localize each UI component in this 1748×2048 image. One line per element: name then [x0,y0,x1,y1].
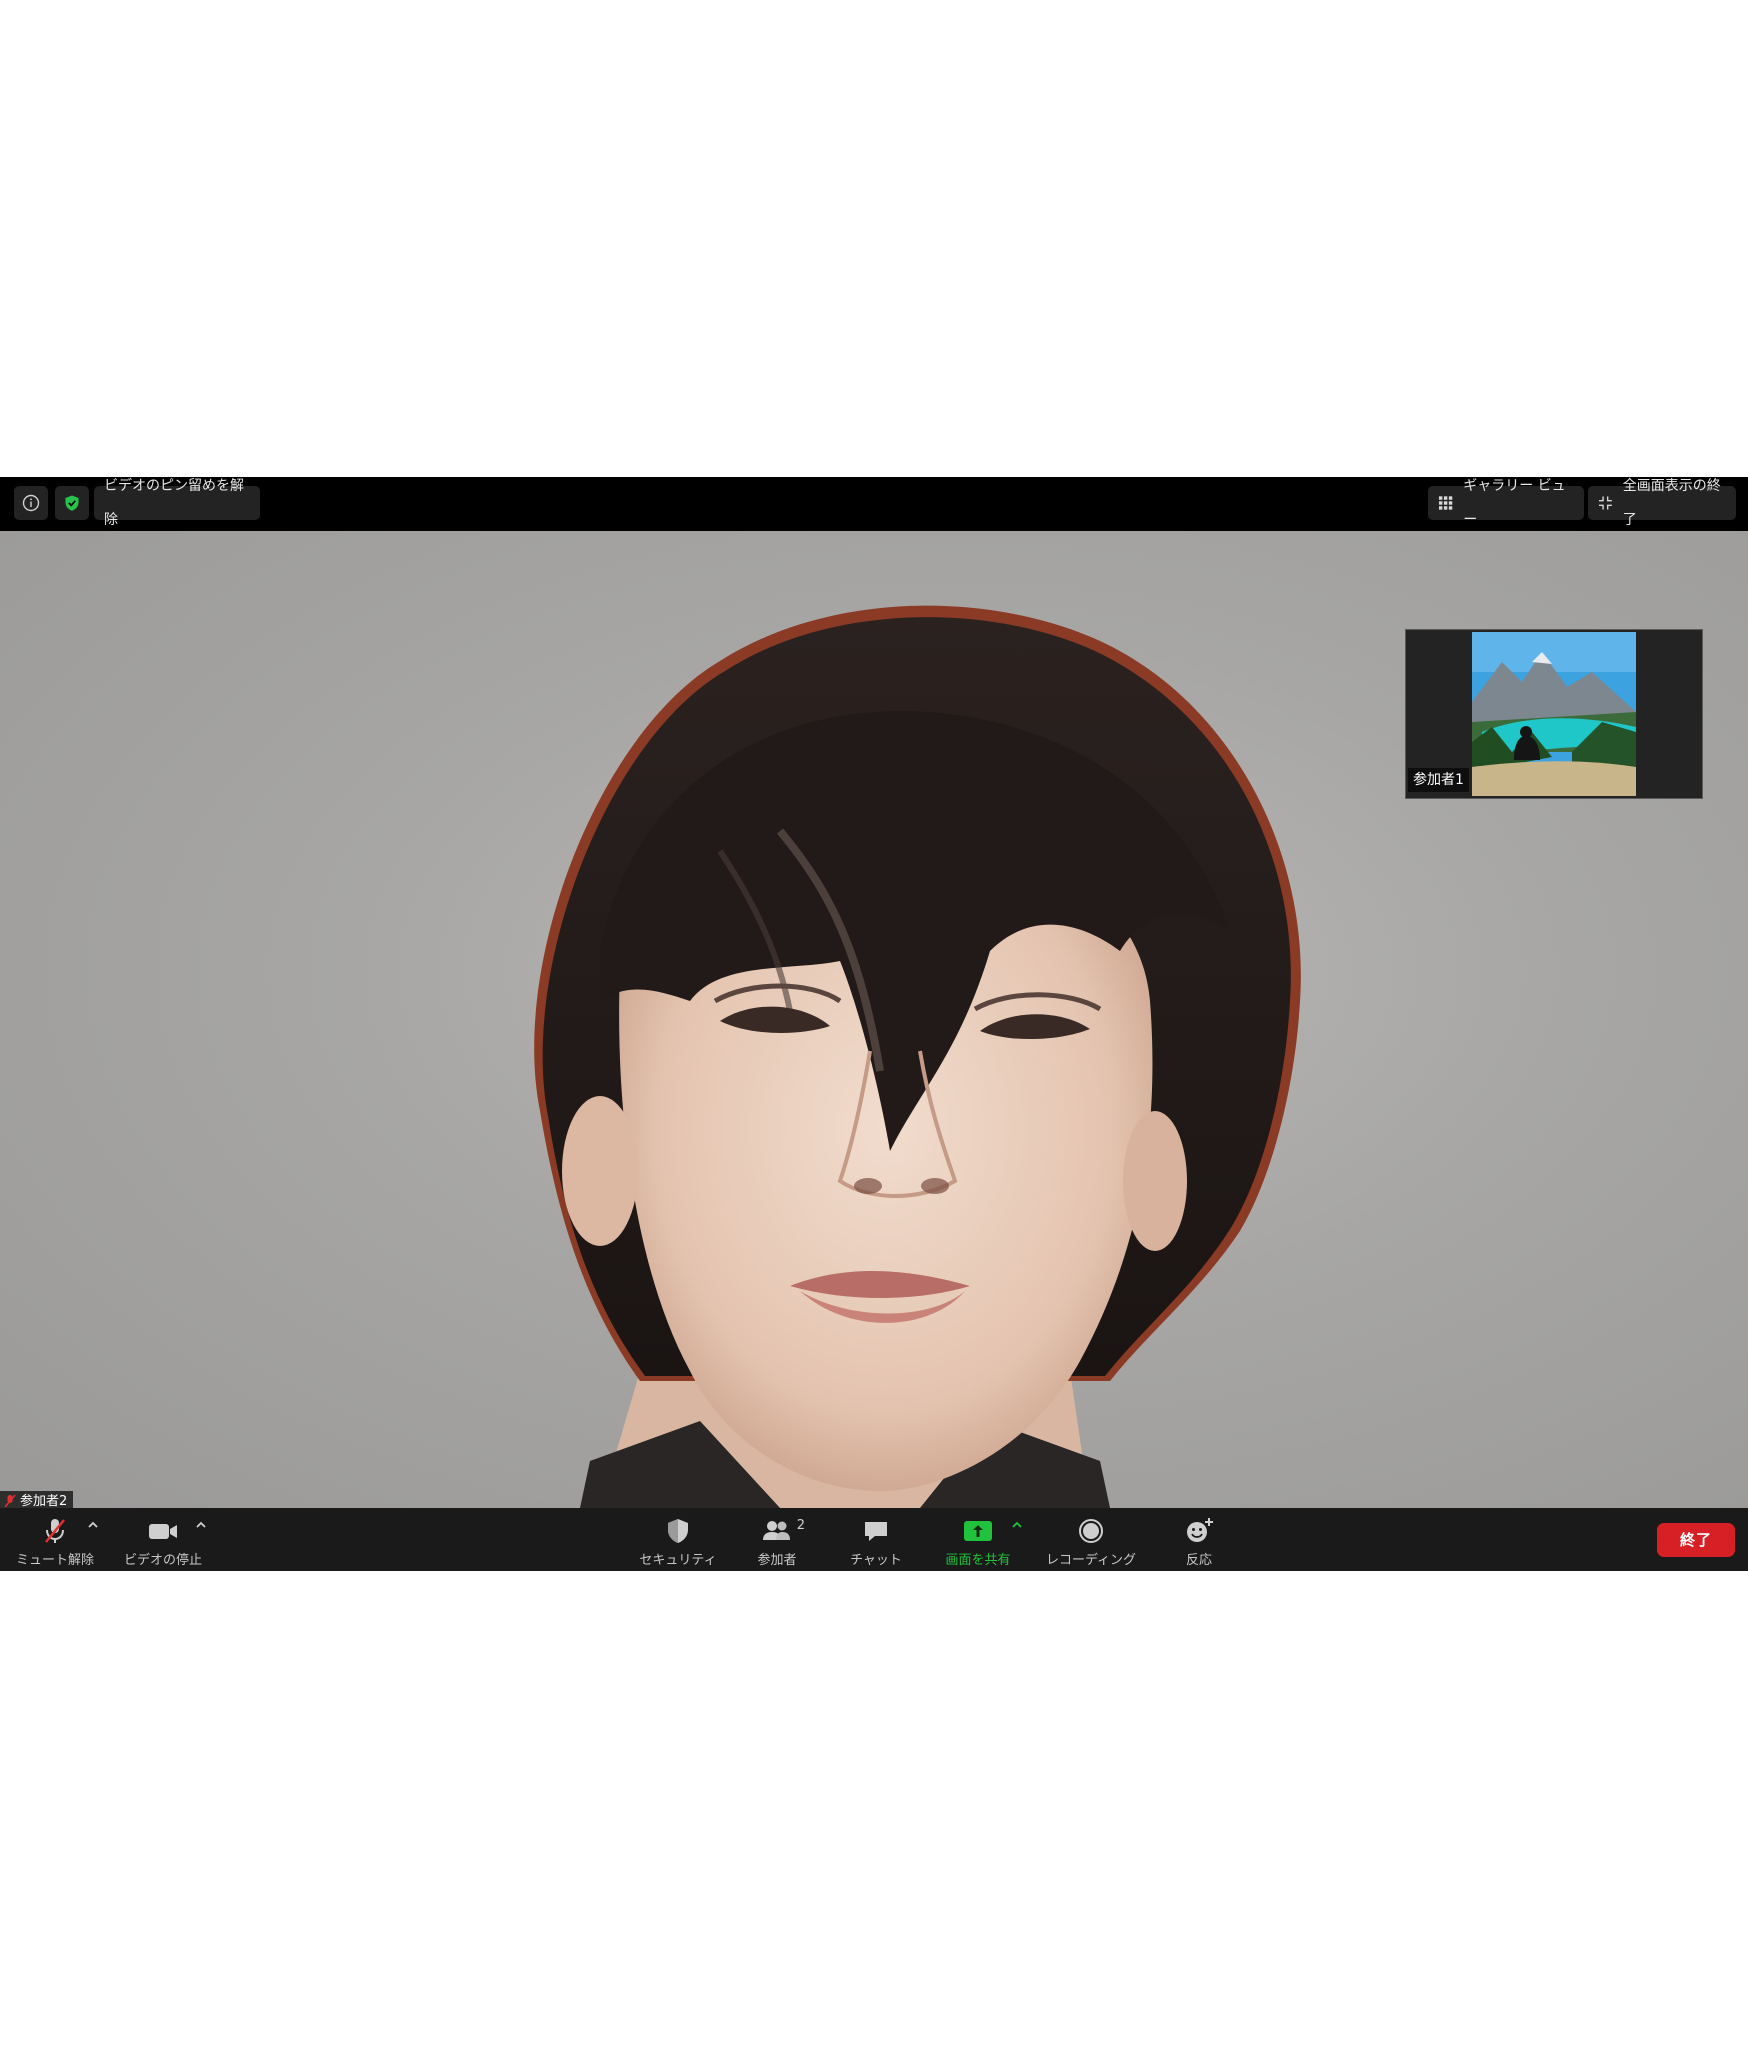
info-icon [22,494,40,512]
reactions-label: 反応 [1185,1553,1212,1568]
participants-button[interactable]: 2 参加者 [732,1508,822,1571]
exit-fullscreen-button[interactable]: 全画面表示の終了 [1588,478,1736,528]
thumbnail-video-image [1472,632,1636,796]
unpin-video-button[interactable]: ビデオのピン留めを解除 [94,478,260,528]
thumbnail-name-label: 参加者1 [1408,768,1469,792]
shield-check-icon [65,495,79,511]
security-label: セキュリティ [639,1553,717,1568]
video-camera-icon [149,1524,177,1539]
participant-thumbnail[interactable]: 参加者1 [1405,629,1703,799]
main-participant-name: 参加者2 [20,1494,68,1508]
grid-icon [1438,496,1453,510]
main-video-feed[interactable]: 参加者1 参加者2 [0,531,1748,1508]
top-bar: ビデオのピン留めを解除 ギャラリー ビュー 全画面表示の終了 [0,477,1748,531]
record-label: レコーディング [1045,1553,1137,1568]
main-participant-name-label: 参加者2 [0,1491,74,1508]
participants-icon [763,1521,790,1540]
share-options-chevron-icon[interactable] [1010,1518,1024,1532]
chat-bubble-icon [865,1522,887,1541]
security-shield-icon [668,1519,688,1543]
meeting-info-button[interactable] [14,486,48,520]
reactions-button[interactable]: 反応 [1154,1508,1244,1571]
record-icon [1079,1519,1103,1543]
mic-off-icon [4,1494,16,1508]
meeting-toolbar: ミュート解除 ビデオの停止 セキュリティ 2 参加者 チャット 画面を共有 レコ… [0,1508,1748,1571]
unpin-video-label: ビデオのピン留めを解除 [104,478,244,528]
participants-label: 参加者 [757,1553,797,1568]
zoom-meeting-window: ビデオのピン留めを解除 ギャラリー ビュー 全画面表示の終了 参加者1 参加者2… [0,477,1748,1571]
exit-fullscreen-label: 全画面表示の終了 [1622,478,1721,528]
share-screen-label: 画面を共有 [945,1553,1011,1568]
unmute-label: ミュート解除 [15,1553,94,1568]
share-screen-icon [964,1521,992,1541]
chat-button[interactable]: チャット [831,1508,921,1571]
audio-options-chevron-icon[interactable] [86,1518,100,1532]
gallery-view-label: ギャラリー ビュー [1463,478,1566,528]
video-options-chevron-icon[interactable] [194,1518,208,1532]
stop-video-label: ビデオの停止 [123,1553,202,1568]
reactions-smiley-icon [1187,1518,1213,1542]
security-button[interactable]: セキュリティ [633,1508,723,1571]
mic-muted-icon [45,1519,65,1543]
participants-count: 2 [796,1518,805,1533]
encryption-button[interactable] [55,486,89,520]
gallery-view-button[interactable]: ギャラリー ビュー [1428,478,1584,528]
chat-label: チャット [850,1553,902,1568]
record-button[interactable]: レコーディング [1040,1508,1142,1571]
exit-fullscreen-icon [1598,496,1612,510]
end-meeting-button[interactable]: 終了 [1657,1523,1735,1557]
